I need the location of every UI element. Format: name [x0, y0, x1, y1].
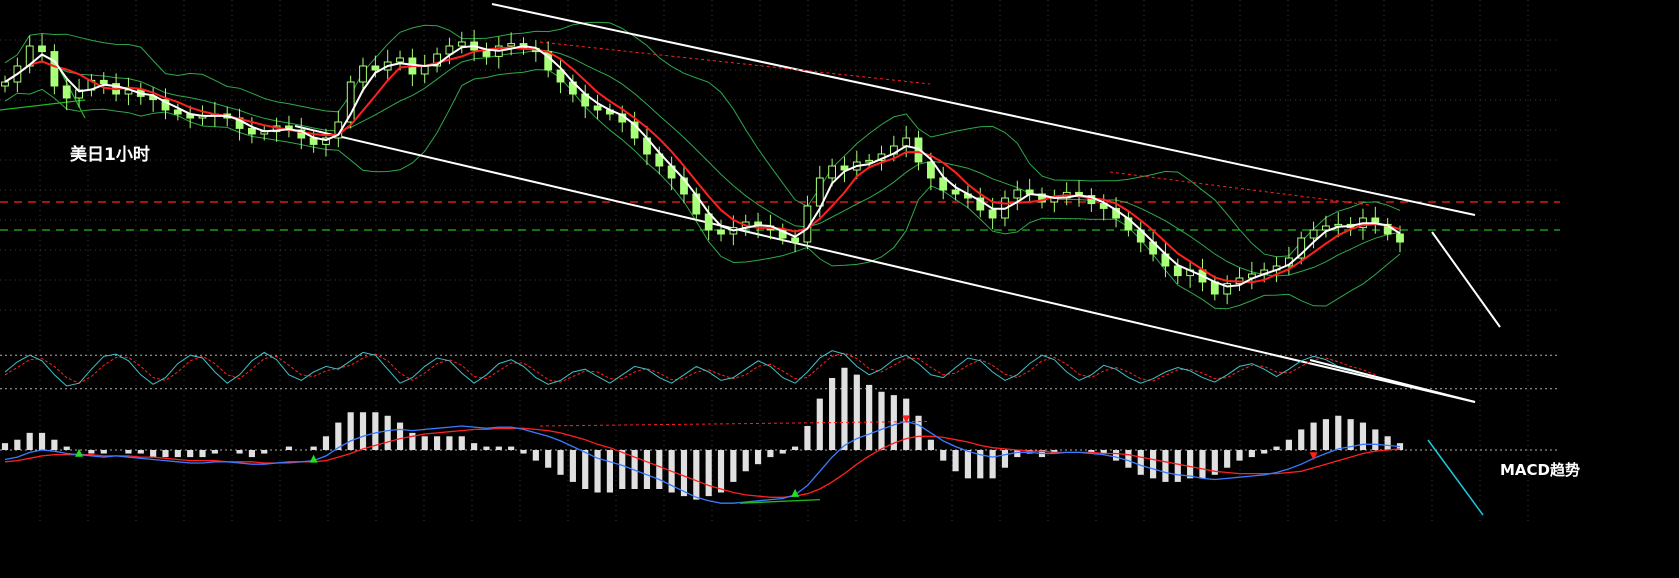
- macd-trend-label: MACD趋势: [1500, 461, 1580, 479]
- candle-body: [359, 65, 367, 83]
- candle-body: [507, 43, 516, 47]
- candle-body: [1, 81, 9, 87]
- candle-body: [62, 85, 71, 99]
- candle-body: [951, 189, 960, 195]
- candle-body: [50, 51, 59, 87]
- candle-body: [248, 127, 256, 135]
- candle-body: [1309, 229, 1318, 239]
- candle-body: [988, 209, 997, 219]
- candle-body: [173, 109, 182, 115]
- candle-body: [828, 165, 837, 179]
- candle-body: [457, 41, 466, 47]
- candle-body: [1396, 233, 1404, 243]
- candle-body: [902, 137, 911, 147]
- candle-body: [593, 105, 602, 111]
- chart-root: 美日1小时 MACD趋势: [0, 0, 1679, 578]
- candle-body: [717, 229, 725, 235]
- candle-body: [1013, 189, 1022, 199]
- chart-background: [0, 0, 1679, 578]
- candle-body: [38, 45, 46, 53]
- candle-body: [420, 65, 429, 75]
- candle-body: [927, 161, 935, 179]
- candle-body: [371, 65, 380, 71]
- candle-body: [1173, 265, 1182, 277]
- chart-svg: 美日1小时 MACD趋势: [0, 0, 1679, 578]
- candle-body: [791, 237, 800, 243]
- candle-body: [396, 57, 404, 63]
- candle-body: [865, 159, 874, 163]
- candle-body: [346, 81, 355, 123]
- candle-body: [99, 79, 108, 85]
- chart-title: 美日1小时: [70, 144, 150, 165]
